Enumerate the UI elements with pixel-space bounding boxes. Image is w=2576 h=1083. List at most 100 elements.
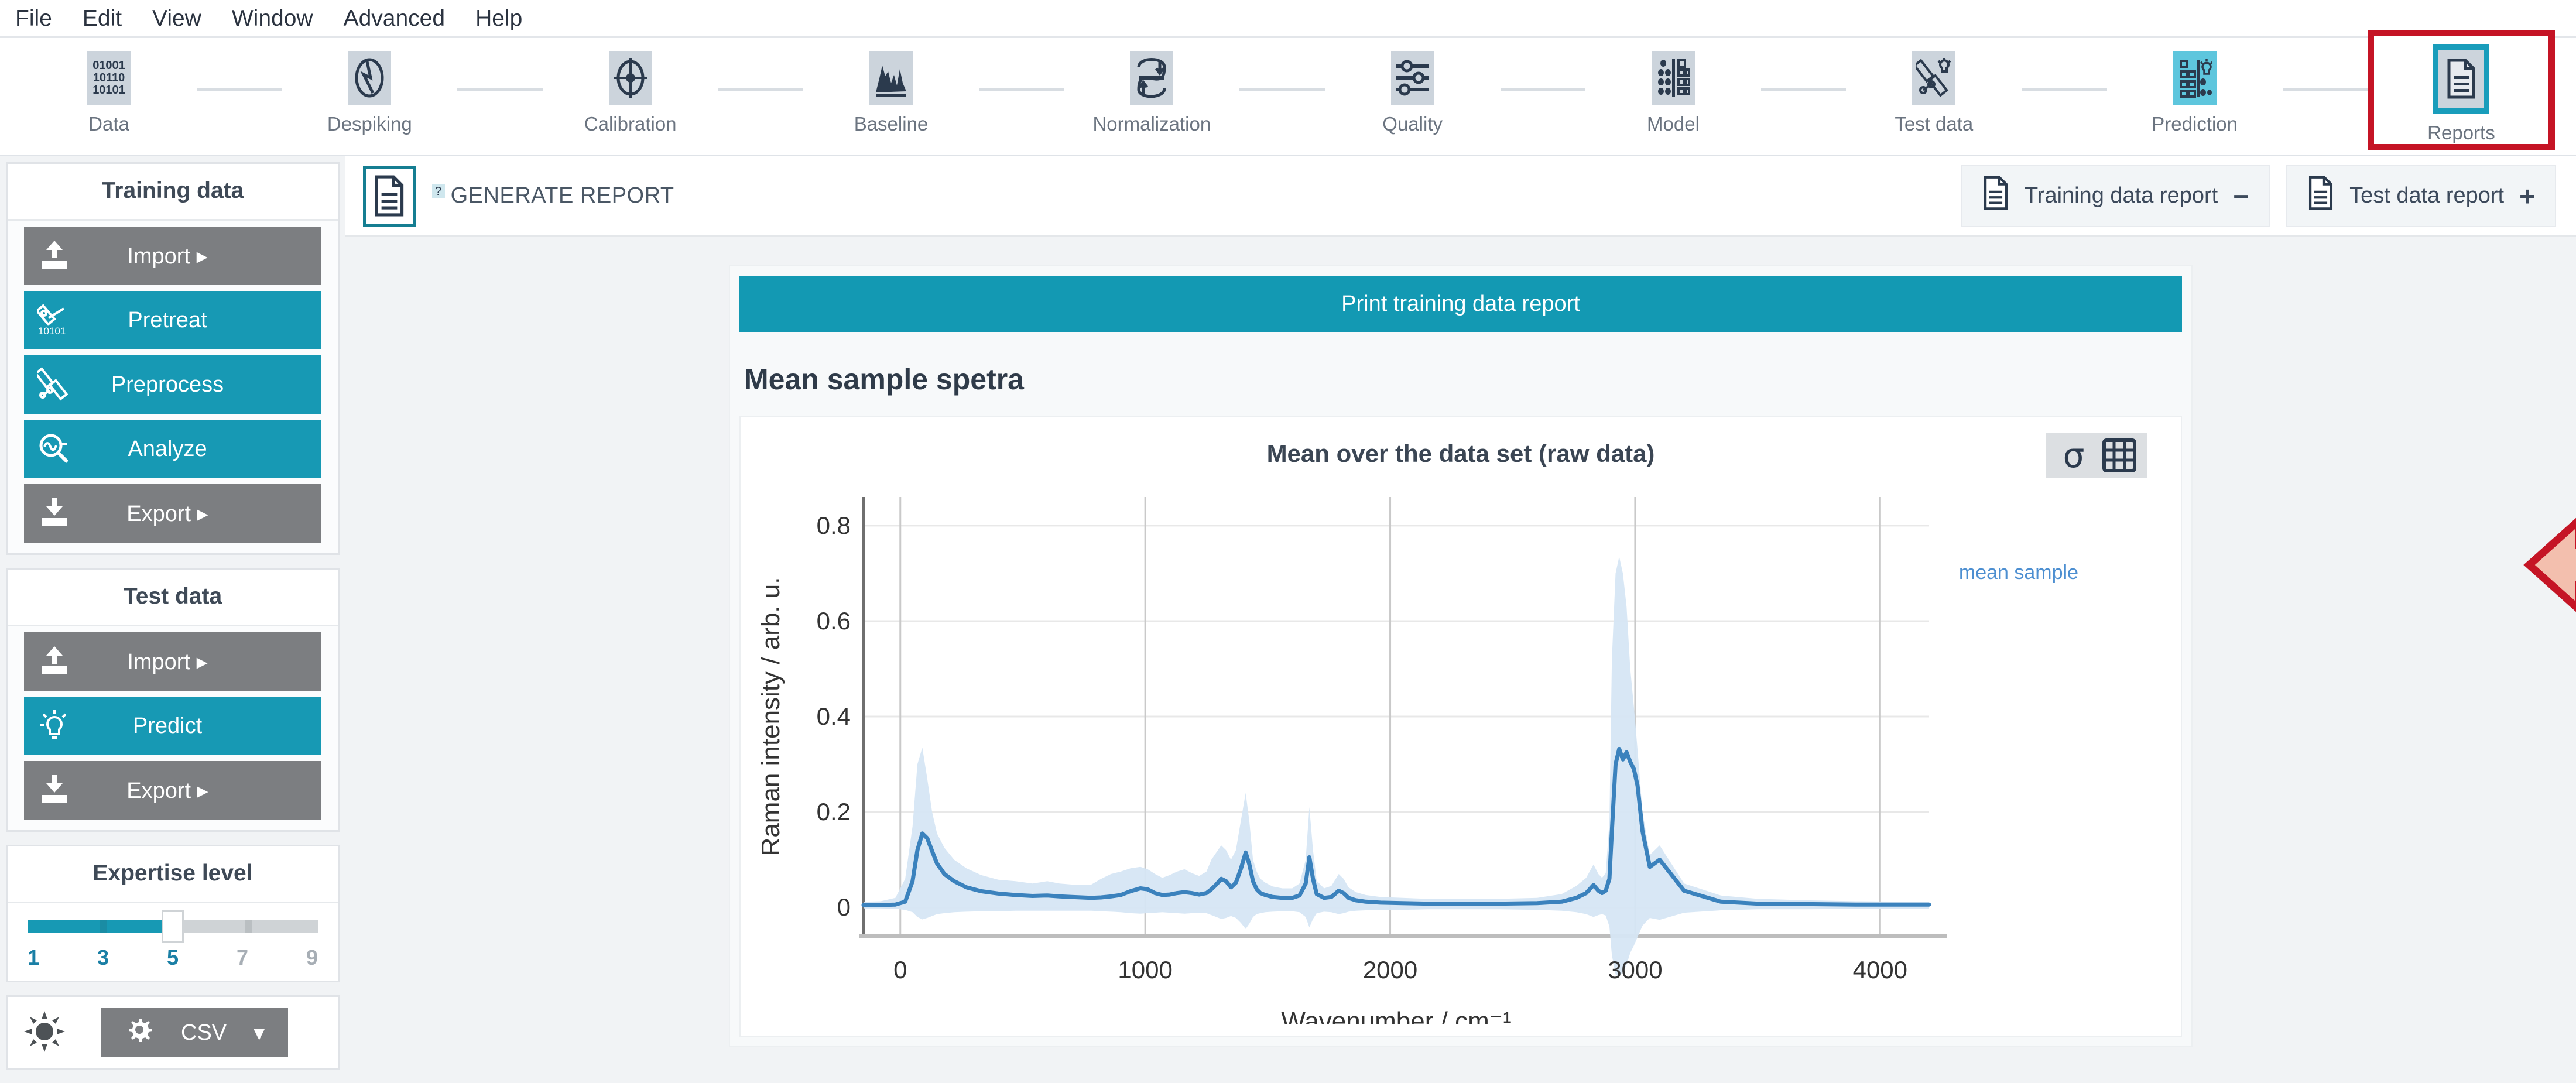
- training-data-panel: Training data Import ▸ 10101 Pretreat Pr…: [6, 162, 340, 555]
- workflow-step-label: Normalization: [1092, 113, 1211, 135]
- menu-item-edit[interactable]: Edit: [83, 7, 122, 30]
- workflow-connector: [2282, 88, 2368, 91]
- workflow-step-baseline[interactable]: Baseline: [803, 38, 979, 135]
- menu-item-advanced[interactable]: Advanced: [344, 7, 445, 30]
- sidebar: Training data Import ▸ 10101 Pretreat Pr…: [0, 156, 345, 1083]
- despiking-icon: [348, 51, 392, 105]
- workflow-connector: [718, 88, 803, 91]
- workflow-step-model[interactable]: Model: [1585, 38, 1761, 135]
- workflow-step-quality[interactable]: Quality: [1325, 38, 1501, 135]
- workflow-connector: [197, 88, 282, 91]
- test-predict-button[interactable]: Predict: [24, 697, 321, 755]
- mean-sample-spectra-chart: Mean over the data set (raw data) σ 0 0.…: [739, 416, 2182, 1037]
- plot-area: 0 0.2 0.4 0.6 0.8 0 1000 2000 3000 4000 Raman inte…: [741, 474, 2181, 1036]
- training-preprocess-button[interactable]: Preprocess: [24, 355, 321, 414]
- test-import-button[interactable]: Import ▸: [24, 632, 321, 691]
- slider-knob[interactable]: [162, 910, 184, 943]
- download-icon: [37, 773, 72, 808]
- test-data-report-tab[interactable]: Test data report +: [2286, 164, 2556, 227]
- report-document-icon: [2433, 44, 2489, 114]
- scale-9: 9: [306, 945, 318, 969]
- section-title: Mean sample spetra: [744, 363, 1024, 396]
- content-body: Print training data report Mean sample s…: [345, 237, 2576, 1083]
- analyze-magnifier-icon: [37, 431, 72, 467]
- workflow-step-label: Data: [88, 113, 129, 135]
- training-import-button[interactable]: Import ▸: [24, 227, 321, 285]
- training-export-button[interactable]: Export ▸: [24, 484, 321, 543]
- workflow-step-label: Reports: [2427, 122, 2495, 143]
- test-data-report-label: Test data report: [2349, 183, 2505, 208]
- expertise-level-title: Expertise level: [8, 846, 338, 903]
- chart-toolbar: σ: [2046, 433, 2147, 478]
- grid-table-icon[interactable]: [2101, 437, 2137, 474]
- workflow-step-label: Despiking: [327, 113, 412, 135]
- quality-sliders-icon: [1390, 51, 1434, 105]
- workflow-connector: [1760, 88, 1847, 91]
- svg-text:1000: 1000: [1118, 956, 1172, 983]
- csv-format-button[interactable]: CSV ▾: [101, 1008, 289, 1057]
- generate-report-label: GENERATE REPORT: [450, 183, 674, 208]
- minus-icon[interactable]: −: [2233, 183, 2249, 210]
- menu-item-file[interactable]: File: [15, 7, 52, 30]
- test-data-icon: [1912, 51, 1956, 105]
- content-header: ? GENERATE REPORT Training data report −: [345, 156, 2576, 237]
- workflow-step-calibration[interactable]: Calibration: [543, 38, 718, 135]
- svg-text:10101: 10101: [38, 325, 66, 337]
- brightness-sun-icon[interactable]: [23, 1010, 66, 1056]
- scale-1: 1: [28, 945, 40, 969]
- training-data-report-label: Training data report: [2024, 183, 2218, 208]
- svg-text:Wavenumber / cm⁻¹: Wavenumber / cm⁻¹: [1281, 1007, 1511, 1024]
- workflow-step-normalization[interactable]: Normalization: [1064, 38, 1239, 135]
- help-badge[interactable]: ?: [432, 184, 445, 198]
- chart-legend[interactable]: mean sample: [1959, 561, 2078, 584]
- workflow-step-data[interactable]: 01001 10110 10101 Data: [21, 38, 197, 135]
- test-export-button[interactable]: Export ▸: [24, 761, 321, 820]
- svg-text:0.8: 0.8: [817, 512, 851, 539]
- expertise-level-panel: Expertise level 1 3 5 7 9: [6, 845, 340, 982]
- training-analyze-button[interactable]: Analyze: [24, 420, 321, 478]
- upload-icon: [37, 644, 72, 679]
- svg-text:0: 0: [837, 893, 851, 921]
- workflow-step-prediction[interactable]: Prediction: [2107, 38, 2283, 135]
- legend-entry-mean-sample: mean sample: [1958, 561, 2078, 584]
- workflow-connector: [457, 88, 543, 91]
- sigma-icon[interactable]: σ: [2056, 437, 2092, 474]
- preprocess-ruler-icon: [34, 367, 72, 402]
- baseline-spectrum-icon: [869, 51, 913, 105]
- slider-tick-7: [245, 920, 252, 933]
- expertise-scale: 1 3 5 7 9: [28, 945, 318, 981]
- prediction-bulb-icon: [2173, 51, 2217, 105]
- workflow-step-label: Baseline: [854, 113, 929, 135]
- menu-item-help[interactable]: Help: [475, 7, 522, 30]
- workflow-connector: [1500, 88, 1585, 91]
- document-icon[interactable]: [363, 165, 416, 227]
- menu-item-view[interactable]: View: [152, 7, 201, 30]
- workflow-step-label: Model: [1647, 113, 1700, 135]
- svg-text:4000: 4000: [1853, 956, 1907, 983]
- print-training-data-report-button[interactable]: Print training data report: [739, 276, 2182, 332]
- normalization-icon: [1130, 51, 1174, 105]
- training-data-report-tab[interactable]: Training data report −: [1961, 164, 2270, 227]
- test-data-panel: Test data Import ▸ Predict Export ▸: [6, 568, 340, 832]
- expertise-level-slider[interactable]: [28, 910, 318, 943]
- svg-text:0.6: 0.6: [817, 607, 851, 635]
- workflow-step-reports[interactable]: Reports: [2367, 30, 2555, 150]
- report-card: Print training data report Mean sample s…: [729, 265, 2193, 1047]
- workflow-toolbar: 01001 10110 10101 Data Despiking Calibra…: [0, 30, 2576, 156]
- workflow-step-label: Calibration: [584, 113, 677, 135]
- slider-tick-3: [100, 920, 107, 933]
- chevron-down-icon: ▾: [254, 1020, 265, 1046]
- workflow-step-label: Quality: [1382, 113, 1443, 135]
- plus-icon[interactable]: +: [2519, 183, 2535, 210]
- left-pointing-arrow-annotation: [2523, 517, 2576, 612]
- workflow-step-label: Test data: [1895, 113, 1974, 135]
- training-pretreat-button[interactable]: 10101 Pretreat: [24, 291, 321, 349]
- calibration-target-icon: [608, 51, 652, 105]
- menu-item-window[interactable]: Window: [232, 7, 313, 30]
- workflow-step-despiking[interactable]: Despiking: [282, 38, 457, 135]
- download-icon: [37, 496, 72, 531]
- generate-report-button[interactable]: ? GENERATE REPORT: [432, 183, 674, 208]
- workflow-step-test-data[interactable]: Test data: [1846, 38, 2022, 135]
- document-icon: [2307, 176, 2334, 217]
- model-matrix-icon: [1651, 51, 1695, 105]
